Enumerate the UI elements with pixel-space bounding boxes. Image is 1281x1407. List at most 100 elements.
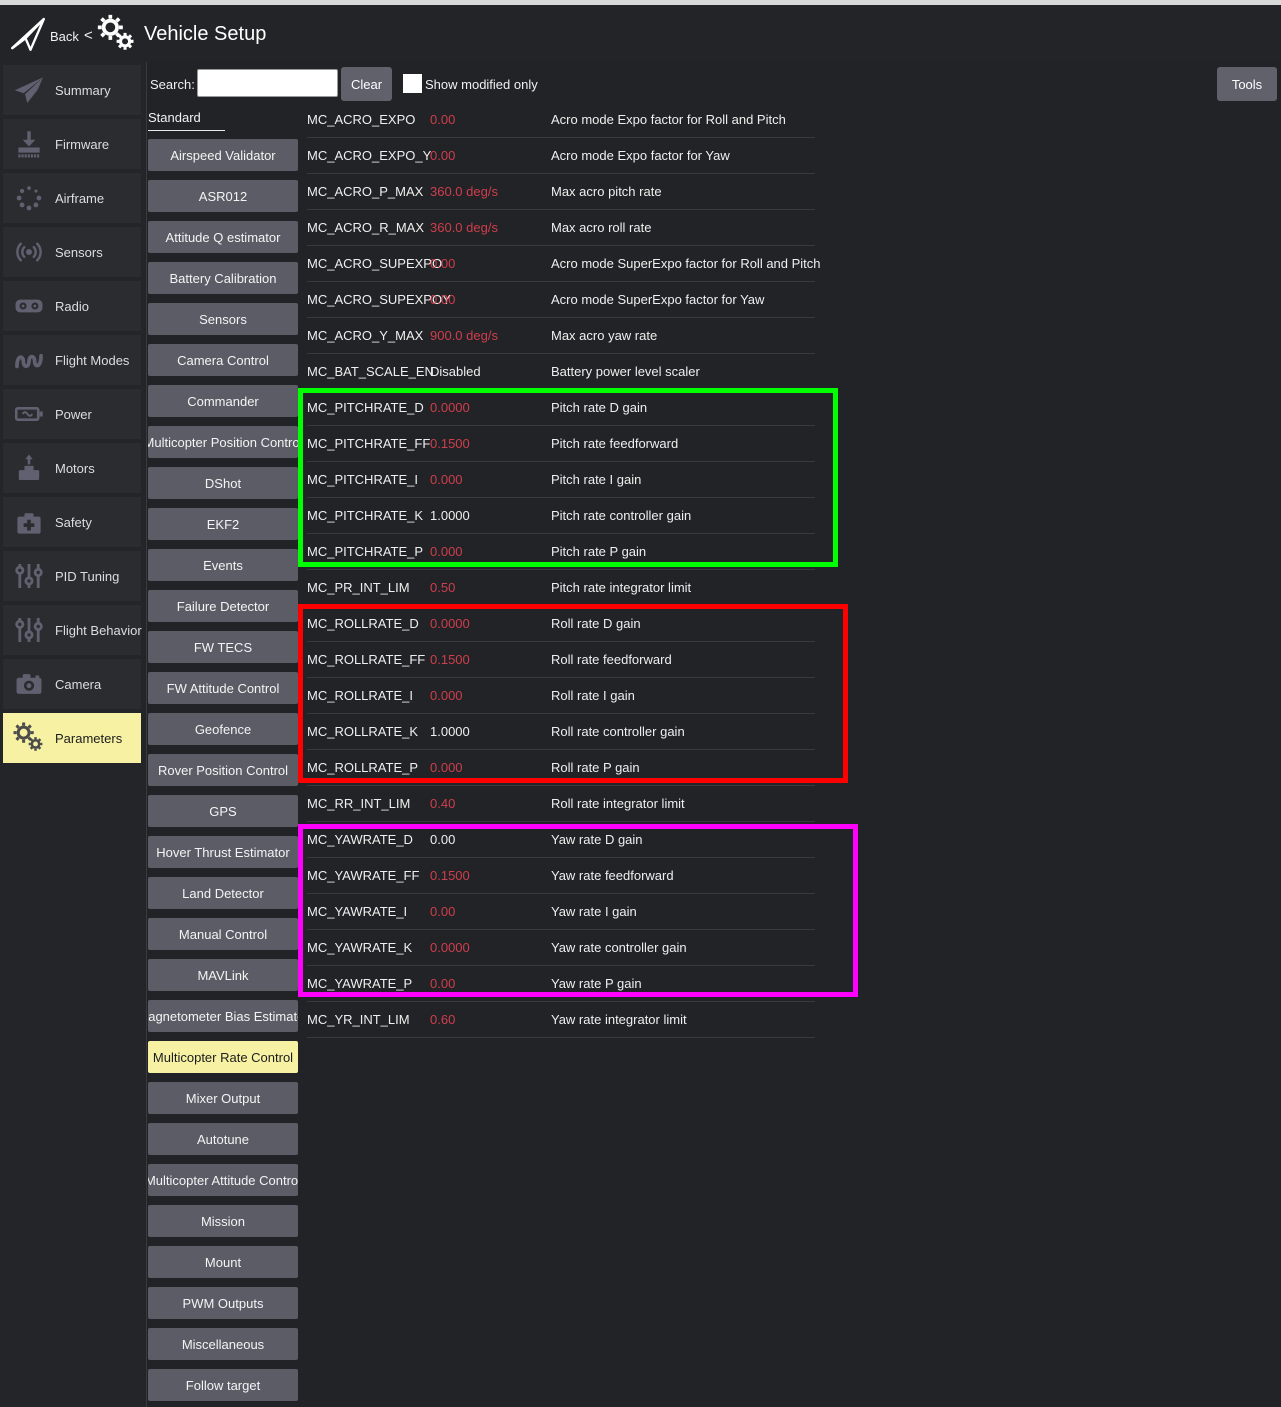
- category-button-autotune[interactable]: Autotune: [148, 1123, 298, 1155]
- qgc-paper-plane-logo-icon: [8, 13, 48, 55]
- category-button-mavlink[interactable]: MAVLink: [148, 959, 298, 991]
- sidebar-item-summary[interactable]: Summary: [3, 65, 141, 115]
- parameter-description: Pitch rate D gain: [551, 400, 647, 415]
- parameter-row-mc_rollrate_ff[interactable]: MC_ROLLRATE_FF0.1500Roll rate feedforwar…: [307, 642, 1007, 678]
- parameter-name: MC_YAWRATE_D: [307, 832, 413, 847]
- category-button-battery-calibration[interactable]: Battery Calibration: [148, 262, 298, 294]
- clear-search-button[interactable]: Clear: [341, 67, 392, 101]
- category-button-rover-position-control[interactable]: Rover Position Control: [148, 754, 298, 786]
- category-button-multicopter-position-control[interactable]: Multicopter Position Control: [148, 426, 298, 458]
- parameter-name: MC_ROLLRATE_FF: [307, 652, 425, 667]
- category-button-commander[interactable]: Commander: [148, 385, 298, 417]
- parameter-row-mc_rollrate_p[interactable]: MC_ROLLRATE_P0.000Roll rate P gain: [307, 750, 1007, 786]
- parameter-row-mc_acro_expo[interactable]: MC_ACRO_EXPO0.00Acro mode Expo factor fo…: [307, 102, 1007, 138]
- medkit-icon: [9, 504, 49, 540]
- parameter-value: 0.50: [430, 580, 455, 595]
- parameter-name: MC_PITCHRATE_P: [307, 544, 423, 559]
- signal-waves-icon: [9, 234, 49, 270]
- sidebar-item-radio[interactable]: Radio: [3, 281, 141, 331]
- sidebar-item-flight-behavior[interactable]: Flight Behavior: [3, 605, 141, 655]
- category-button-camera-control[interactable]: Camera Control: [148, 344, 298, 376]
- parameter-row-mc_bat_scale_en[interactable]: MC_BAT_SCALE_ENDisabledBattery power lev…: [307, 354, 1007, 390]
- category-button-asr012[interactable]: ASR012: [148, 180, 298, 212]
- category-button-geofence[interactable]: Geofence: [148, 713, 298, 745]
- parameter-row-mc_acro_supexpoy[interactable]: MC_ACRO_SUPEXPOY0.00Acro mode SuperExpo …: [307, 282, 1007, 318]
- category-button-multicopter-rate-control[interactable]: Multicopter Rate Control: [148, 1041, 298, 1073]
- back-button[interactable]: Back: [50, 29, 79, 44]
- sidebar-item-firmware[interactable]: Firmware: [3, 119, 141, 169]
- parameter-row-mc_rr_int_lim[interactable]: MC_RR_INT_LIM0.40Roll rate integrator li…: [307, 786, 1007, 822]
- parameter-name: MC_ACRO_Y_MAX: [307, 328, 423, 343]
- sidebar-item-camera[interactable]: Camera: [3, 659, 141, 709]
- sidebar-item-motors[interactable]: Motors: [3, 443, 141, 493]
- parameter-row-mc_rollrate_k[interactable]: MC_ROLLRATE_K1.0000Roll rate controller …: [307, 714, 1007, 750]
- category-button-airspeed-validator[interactable]: Airspeed Validator: [148, 139, 298, 171]
- category-button-events[interactable]: Events: [148, 549, 298, 581]
- category-button-mission[interactable]: Mission: [148, 1205, 298, 1237]
- sidebar-item-airframe[interactable]: Airframe: [3, 173, 141, 223]
- category-button-gps[interactable]: GPS: [148, 795, 298, 827]
- sidebar-item-sensors[interactable]: Sensors: [3, 227, 141, 277]
- tools-button[interactable]: Tools: [1217, 67, 1277, 101]
- search-input[interactable]: [197, 69, 338, 97]
- sidebar-item-flight-modes[interactable]: Flight Modes: [3, 335, 141, 385]
- category-button-miscellaneous[interactable]: Miscellaneous: [148, 1328, 298, 1360]
- category-button-failure-detector[interactable]: Failure Detector: [148, 590, 298, 622]
- category-button-dshot[interactable]: DShot: [148, 467, 298, 499]
- parameter-row-mc_yr_int_lim[interactable]: MC_YR_INT_LIM0.60Yaw rate integrator lim…: [307, 1002, 1007, 1038]
- category-button-pwm-outputs[interactable]: PWM Outputs: [148, 1287, 298, 1319]
- sidebar-item-pid-tuning[interactable]: PID Tuning: [3, 551, 141, 601]
- sidebar-item-label: Firmware: [55, 137, 109, 152]
- parameter-value: Disabled: [430, 364, 481, 379]
- parameter-row-mc_pitchrate_d[interactable]: MC_PITCHRATE_D0.0000Pitch rate D gain: [307, 390, 1007, 426]
- parameter-row-mc_yawrate_i[interactable]: MC_YAWRATE_I0.00Yaw rate I gain: [307, 894, 1007, 930]
- parameter-row-mc_yawrate_k[interactable]: MC_YAWRATE_K0.0000Yaw rate controller ga…: [307, 930, 1007, 966]
- sidebar-item-parameters[interactable]: Parameters: [3, 713, 141, 763]
- category-button-sensors[interactable]: Sensors: [148, 303, 298, 335]
- sidebar-item-safety[interactable]: Safety: [3, 497, 141, 547]
- category-button-follow-target[interactable]: Follow target: [148, 1369, 298, 1401]
- category-button-fw-attitude-control[interactable]: FW Attitude Control: [148, 672, 298, 704]
- parameter-row-mc_acro_supexpo[interactable]: MC_ACRO_SUPEXPO0.00Acro mode SuperExpo f…: [307, 246, 1007, 282]
- parameter-description: Max acro roll rate: [551, 220, 651, 235]
- parameter-row-mc_pitchrate_p[interactable]: MC_PITCHRATE_P0.000Pitch rate P gain: [307, 534, 1007, 570]
- category-button-mount[interactable]: Mount: [148, 1246, 298, 1278]
- parameter-row-mc_rollrate_d[interactable]: MC_ROLLRATE_D0.0000Roll rate D gain: [307, 606, 1007, 642]
- parameter-row-mc_yawrate_ff[interactable]: MC_YAWRATE_FF0.1500Yaw rate feedforward: [307, 858, 1007, 894]
- parameter-description: Acro mode SuperExpo factor for Roll and …: [551, 256, 821, 271]
- parameter-row-mc_yawrate_p[interactable]: MC_YAWRATE_P0.00Yaw rate P gain: [307, 966, 1007, 1002]
- category-button-mixer-output[interactable]: Mixer Output: [148, 1082, 298, 1114]
- category-button-fw-tecs[interactable]: FW TECS: [148, 631, 298, 663]
- parameter-name: MC_ACRO_P_MAX: [307, 184, 423, 199]
- parameter-value: 0.00: [430, 292, 455, 307]
- parameter-row-mc_acro_p_max[interactable]: MC_ACRO_P_MAX360.0 deg/sMax acro pitch r…: [307, 174, 1007, 210]
- parameter-name: MC_PITCHRATE_D: [307, 400, 424, 415]
- category-button-attitude-q-estimator[interactable]: Attitude Q estimator: [148, 221, 298, 253]
- parameter-row-mc_pitchrate_k[interactable]: MC_PITCHRATE_K1.0000Pitch rate controlle…: [307, 498, 1007, 534]
- parameter-row-mc_yawrate_d[interactable]: MC_YAWRATE_D0.00Yaw rate D gain: [307, 822, 1007, 858]
- show-modified-checkbox[interactable]: [403, 74, 422, 93]
- parameter-name: MC_PITCHRATE_K: [307, 508, 423, 523]
- category-button-ekf2[interactable]: EKF2: [148, 508, 298, 540]
- setup-sidebar: SummaryFirmwareAirframeSensorsRadioFligh…: [0, 62, 147, 1407]
- parameter-description: Pitch rate controller gain: [551, 508, 691, 523]
- parameter-description: Yaw rate integrator limit: [551, 1012, 687, 1027]
- parameter-value: 0.1500: [430, 868, 470, 883]
- parameter-row-mc_acro_expo_y[interactable]: MC_ACRO_EXPO_Y0.00Acro mode Expo factor …: [307, 138, 1007, 174]
- category-button-land-detector[interactable]: Land Detector: [148, 877, 298, 909]
- parameter-row-mc_pr_int_lim[interactable]: MC_PR_INT_LIM0.50Pitch rate integrator l…: [307, 570, 1007, 606]
- parameter-row-mc_pitchrate_i[interactable]: MC_PITCHRATE_I0.000Pitch rate I gain: [307, 462, 1007, 498]
- category-button-magnetometer-bias-estimator[interactable]: Magnetometer Bias Estimator: [148, 1000, 298, 1032]
- parameter-row-mc_pitchrate_ff[interactable]: MC_PITCHRATE_FF0.1500Pitch rate feedforw…: [307, 426, 1007, 462]
- parameters-gears-icon: [96, 13, 138, 55]
- parameter-description: Yaw rate D gain: [551, 832, 643, 847]
- category-button-manual-control[interactable]: Manual Control: [148, 918, 298, 950]
- parameter-row-mc_rollrate_i[interactable]: MC_ROLLRATE_I0.000Roll rate I gain: [307, 678, 1007, 714]
- sidebar-item-label: Sensors: [55, 245, 103, 260]
- parameter-row-mc_acro_y_max[interactable]: MC_ACRO_Y_MAX900.0 deg/sMax acro yaw rat…: [307, 318, 1007, 354]
- category-button-multicopter-attitude-control[interactable]: Multicopter Attitude Control: [148, 1164, 298, 1196]
- category-button-hover-thrust-estimator[interactable]: Hover Thrust Estimator: [148, 836, 298, 868]
- sidebar-item-power[interactable]: Power: [3, 389, 141, 439]
- parameter-name: MC_ACRO_EXPO: [307, 112, 415, 127]
- parameter-row-mc_acro_r_max[interactable]: MC_ACRO_R_MAX360.0 deg/sMax acro roll ra…: [307, 210, 1007, 246]
